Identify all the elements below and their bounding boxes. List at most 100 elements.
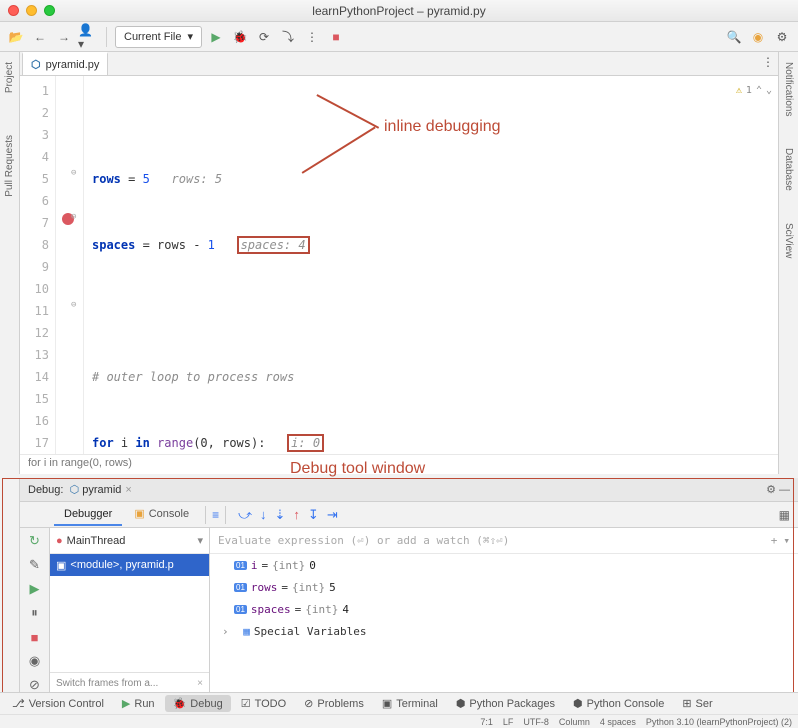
settings-icon[interactable]: ⚙ [772, 27, 792, 47]
status-encoding[interactable]: UTF-8 [523, 717, 549, 727]
thread-selector[interactable]: ● MainThread ▾ [50, 528, 209, 554]
debug-config-name: pyramid [82, 484, 121, 496]
file-tab-label: pyramid.py [46, 59, 100, 71]
pullrequests-tool-tab[interactable]: Pull Requests [2, 129, 17, 203]
frames-hint: Switch frames from a... [56, 678, 158, 689]
file-tab-pyramid[interactable]: ⬡ pyramid.py [22, 52, 108, 75]
evaluate-field[interactable]: Evaluate expression (⏎) or add a watch (… [210, 528, 798, 554]
annotation-debug-tool: Debug tool window [290, 460, 425, 478]
step-into-my-icon[interactable]: ⇣ [275, 507, 286, 523]
fold-icon[interactable]: ⊖ [71, 168, 81, 178]
line-numbers: 123 456 789 101112 131415 1617 [20, 76, 56, 454]
profile-icon[interactable]: ⤵ [278, 27, 298, 47]
bb-pypackages[interactable]: ⬢Python Packages [448, 695, 563, 712]
step-over-icon[interactable]: ⤻ [238, 507, 252, 523]
view-breakpoints-icon[interactable]: ◉ [26, 652, 44, 670]
debug-action-sidebar: ↻ ✎ ▶ ⏸ ■ ◉ ⊘ [20, 528, 50, 694]
add-watch-icon[interactable]: + [771, 534, 778, 547]
stack-frame[interactable]: ▣ <module>, pyramid.p [50, 554, 209, 576]
tab-console[interactable]: ▣ Console [124, 503, 199, 526]
open-icon[interactable]: 📂 [6, 27, 26, 47]
fold-icon[interactable]: ⊖ [71, 300, 81, 310]
code-editor[interactable]: ⚠1 ⌃⌄ rows = 5 rows: 5 spaces = rows - 1… [84, 76, 778, 454]
run-config-selector[interactable]: Current File ▾ [115, 26, 202, 48]
step-into-icon[interactable]: ↓ [260, 507, 267, 523]
status-bar: 7:1 LF UTF-8 Column 4 spaces Python 3.10… [0, 714, 798, 728]
bb-debug[interactable]: 🐞Debug [165, 695, 231, 712]
expand-icon[interactable]: ▾ [783, 534, 790, 547]
inline-value-spaces: spaces: 4 [237, 236, 310, 254]
titlebar: learnPythonProject – pyramid.py [0, 0, 798, 22]
variable-i[interactable]: 01 i = {int} 0 [210, 554, 798, 576]
debug-icon[interactable]: 🐞 [230, 27, 250, 47]
bb-pyconsole[interactable]: ⬢Python Console [565, 695, 672, 712]
fold-icon[interactable]: ⊖ [71, 212, 81, 222]
bb-run[interactable]: ▶Run [114, 695, 163, 712]
status-interpreter[interactable]: Python 3.10 (learnPythonProject) (2) [646, 717, 792, 727]
threads-icon[interactable]: ≡ [212, 508, 219, 522]
run-config-label: Current File [124, 31, 181, 43]
close-hint-icon[interactable]: × [197, 678, 203, 689]
modify-icon[interactable]: ✎ [26, 556, 44, 574]
stop-debug-icon[interactable]: ■ [26, 628, 44, 646]
editor-tabs: ⬡ pyramid.py ⋮ [20, 52, 778, 76]
main-toolbar: 📂 ← → 👤▾ Current File ▾ ▶ 🐞 ⟳ ⤵ ⋮ ■ 🔍 ◉ … [0, 22, 798, 52]
resume-icon[interactable]: ▶ [26, 580, 44, 598]
database-tool-tab[interactable]: Database [781, 142, 796, 197]
coverage-icon[interactable]: ⟳ [254, 27, 274, 47]
stop-icon[interactable]: ■ [326, 27, 346, 47]
sciview-tool-tab[interactable]: SciView [781, 217, 796, 264]
back-icon[interactable]: ← [30, 27, 50, 47]
gear-icon[interactable]: ⚙ [766, 483, 776, 496]
variable-spaces[interactable]: 01 spaces = {int} 4 [210, 598, 798, 620]
notifications-tool-tab[interactable]: Notifications [781, 56, 796, 122]
variables-panel: Evaluate expression (⏎) or add a watch (… [210, 528, 798, 694]
left-tool-gutter: Project Pull Requests [0, 52, 20, 474]
bb-todo[interactable]: ☑TODO [233, 695, 294, 712]
pause-icon[interactable]: ⏸ [26, 604, 44, 622]
status-caret[interactable]: 7:1 [480, 717, 493, 727]
frames-panel: ● MainThread ▾ ▣ <module>, pyramid.p Swi… [50, 528, 210, 694]
inline-value-rows: rows: 5 [172, 172, 223, 186]
annotation-inline-debug: inline debugging [384, 116, 501, 138]
bottom-tool-bar: ⎇Version Control ▶Run 🐞Debug ☑TODO ⊘Prob… [0, 692, 798, 714]
window-title: learnPythonProject – pyramid.py [0, 4, 798, 18]
run-icon[interactable]: ▶ [206, 27, 226, 47]
user-icon[interactable]: 👤▾ [78, 27, 98, 47]
breakpoint-gutter[interactable]: ⊖ ⊖ ⊖ [56, 76, 84, 454]
chevron-down-icon: ▾ [187, 30, 193, 43]
tab-debugger[interactable]: Debugger [54, 504, 122, 526]
python-file-icon: ⬡ [31, 58, 41, 71]
bb-services[interactable]: ⊞Ser [674, 695, 720, 712]
right-tool-gutter: Notifications Database SciView [778, 52, 798, 474]
close-tab-icon[interactable]: × [125, 484, 131, 496]
rerun-icon[interactable]: ↻ [26, 532, 44, 550]
search-icon[interactable]: 🔍 [724, 27, 744, 47]
console-icon: ▣ [134, 507, 144, 520]
debug-title: Debug: [28, 484, 63, 496]
run-to-cursor-icon[interactable]: ↧ [308, 507, 319, 523]
ide-update-icon[interactable]: ◉ [748, 27, 768, 47]
more-icon[interactable]: ⋮ [302, 27, 322, 47]
python-icon: ⬡ [70, 483, 80, 496]
layout-icon[interactable]: ▦ [779, 508, 790, 522]
inspection-badge[interactable]: ⚠1 ⌃⌄ [736, 80, 772, 102]
evaluate-icon[interactable]: ⇥ [327, 507, 338, 523]
status-lineend[interactable]: LF [503, 717, 514, 727]
project-tool-tab[interactable]: Project [2, 56, 17, 99]
hide-icon[interactable]: — [779, 484, 790, 496]
status-column[interactable]: Column [559, 717, 590, 727]
special-variables[interactable]: › ▦ Special Variables [210, 620, 798, 642]
tab-menu-icon[interactable]: ⋮ [758, 52, 778, 72]
variable-rows[interactable]: 01 rows = {int} 5 [210, 576, 798, 598]
bb-terminal[interactable]: ▣Terminal [374, 695, 446, 712]
bb-problems[interactable]: ⊘Problems [296, 695, 372, 712]
thread-status-icon: ● [56, 535, 63, 547]
step-out-icon[interactable]: ↑ [293, 507, 300, 523]
bb-vcs[interactable]: ⎇Version Control [4, 695, 112, 712]
inline-value-i: i: 0 [287, 434, 324, 452]
forward-icon[interactable]: → [54, 27, 74, 47]
frame-icon: ▣ [56, 559, 66, 572]
status-indent[interactable]: 4 spaces [600, 717, 636, 727]
debug-tool-window: Debug: ⬡ pyramid × ⚙ — Debugger ▣ Consol… [0, 478, 798, 694]
